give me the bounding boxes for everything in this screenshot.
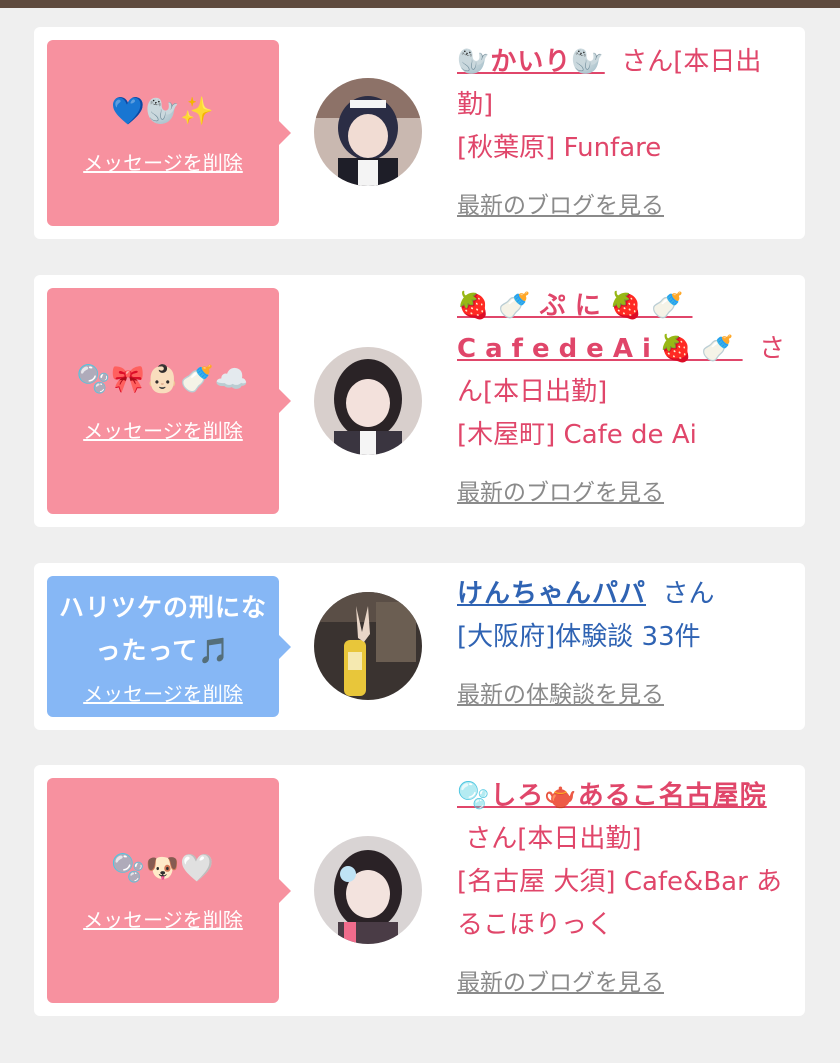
- cast-info: 🦭かいり🦭 さん[本日出勤] [秋葉原] Funfare 最新のブログを見る: [457, 41, 797, 228]
- message-card: ハリツケの刑になったって🎵 メッセージを削除 けんちゃんパパ さん [大阪府]体…: [34, 563, 805, 730]
- delete-message-link[interactable]: メッセージを削除: [83, 415, 243, 444]
- latest-blog-link[interactable]: 最新のブログを見る: [457, 193, 664, 219]
- message-text: ハリツケの刑になったって🎵: [58, 593, 267, 665]
- avatar[interactable]: [314, 347, 422, 455]
- avatar[interactable]: [314, 836, 422, 944]
- latest-blog-link[interactable]: 最新のブログを見る: [457, 480, 664, 506]
- message-bubble: ハリツケの刑になったって🎵 メッセージを削除: [47, 576, 291, 717]
- avatar[interactable]: [314, 592, 422, 700]
- cast-name-link[interactable]: 🫧しろ🫖あるこ名古屋院: [457, 781, 767, 811]
- cast-info: 🫧しろ🫖あるこ名古屋院 さん[本日出勤] [名古屋 大須] Cafe&Bar あ…: [457, 775, 797, 1005]
- honorific: さん: [662, 579, 715, 609]
- cast-name-link[interactable]: 🦭かいり🦭: [457, 47, 605, 77]
- latest-review-link[interactable]: 最新の体験談を見る: [457, 682, 664, 708]
- review-count: [大阪府]体験談 33件: [457, 622, 701, 652]
- cast-info: 🍓🍼ぷに🍓🍼CafedeAi🍓🍼 さん[本日出勤] [木屋町] Cafe de …: [457, 285, 797, 515]
- shop-name: [名古屋 大須] Cafe&Bar あるこほりっく: [457, 867, 783, 940]
- cast-name-link[interactable]: 🍓🍼ぷに🍓🍼CafedeAi🍓🍼: [457, 291, 743, 364]
- latest-blog-link[interactable]: 最新のブログを見る: [457, 970, 664, 996]
- message-bubble: 🫧🐶🤍 メッセージを削除: [47, 778, 291, 1003]
- message-bubble: 🫧🎀👶🏻🍼☁️ メッセージを削除: [47, 288, 291, 514]
- top-bar: [0, 0, 840, 8]
- delete-message-link[interactable]: メッセージを削除: [83, 147, 243, 176]
- delete-message-link[interactable]: メッセージを削除: [83, 678, 243, 707]
- avatar[interactable]: [314, 78, 422, 186]
- message-bubble: 💙🦭✨ メッセージを削除: [47, 40, 291, 226]
- message-card: 🫧🎀👶🏻🍼☁️ メッセージを削除 🍓🍼ぷに🍓🍼CafedeAi🍓🍼 さん[本日出…: [34, 275, 805, 527]
- delete-message-link[interactable]: メッセージを削除: [83, 904, 243, 933]
- shop-name: [秋葉原] Funfare: [457, 133, 662, 163]
- message-text: 💙🦭✨: [111, 95, 215, 127]
- honorific-status: さん[本日出勤]: [465, 824, 642, 854]
- message-card: 💙🦭✨ メッセージを削除 🦭かいり🦭 さん[本日出勤] [秋葉原] Funfar…: [34, 27, 805, 239]
- message-text: 🫧🐶🤍: [111, 853, 215, 884]
- reviewer-info: けんちゃんパパ さん [大阪府]体験談 33件 最新の体験談を見る: [457, 573, 797, 717]
- shop-name: [木屋町] Cafe de Ai: [457, 420, 697, 450]
- reviewer-name-link[interactable]: けんちゃんパパ: [457, 579, 646, 609]
- message-text: 🫧🎀👶🏻🍼☁️: [76, 363, 250, 395]
- message-card: 🫧🐶🤍 メッセージを削除 🫧しろ🫖あるこ名古屋院 さん[本日出勤] [名古屋 大…: [34, 765, 805, 1016]
